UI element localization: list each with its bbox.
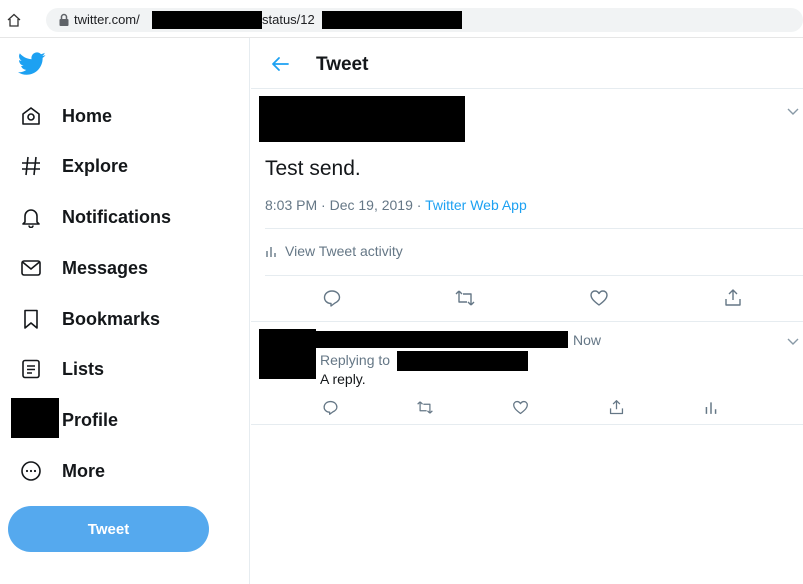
chevron-down-icon[interactable] (786, 106, 800, 116)
home-icon (18, 103, 44, 129)
page-header: Tweet (251, 38, 803, 89)
sidebar-item-messages[interactable]: Messages (0, 246, 240, 290)
list-icon (18, 356, 44, 382)
sidebar-item-home[interactable]: Home (0, 94, 240, 138)
retweet-icon[interactable] (413, 395, 437, 419)
reply-icon[interactable] (320, 286, 344, 310)
sidebar-item-explore[interactable]: Explore (0, 144, 240, 188)
share-icon[interactable] (721, 286, 745, 310)
chevron-down-icon[interactable] (786, 336, 800, 346)
analytics-icon (266, 247, 276, 257)
reply-timestamp[interactable]: Now (573, 332, 601, 348)
sidebar-item-label: Home (62, 105, 113, 126)
like-heart-icon[interactable] (508, 395, 532, 419)
tweet-text: Test send. (265, 157, 361, 180)
sidebar-item-notifications[interactable]: Notifications (0, 195, 240, 239)
sidebar: Home Explore Notifications Messages Book… (0, 38, 250, 584)
tweet-meta: 8:03 PM · Dec 19, 2019 · Twitter Web App (265, 197, 527, 213)
sidebar-item-bookmarks[interactable]: Bookmarks (0, 297, 240, 341)
sidebar-item-label: Lists (62, 358, 105, 379)
sidebar-item-label: More (62, 460, 106, 481)
redacted-block (152, 11, 262, 29)
replying-to-label: Replying to (320, 352, 391, 368)
bell-icon (18, 204, 44, 230)
activity-label: View Tweet activity (285, 243, 403, 259)
url-domain: twitter.com/ (74, 12, 140, 27)
browser-home-icon[interactable] (6, 12, 22, 28)
url-path: status/12 (262, 12, 315, 27)
divider (265, 228, 803, 229)
divider (251, 321, 803, 322)
tweet-button[interactable]: Tweet (8, 506, 209, 552)
avatar (11, 398, 59, 438)
redacted-block (322, 11, 462, 29)
replying-to-handle-redacted (397, 351, 528, 371)
lock-icon (59, 13, 69, 26)
reply-avatar-redacted (259, 329, 316, 379)
bookmark-icon (18, 306, 44, 332)
tweet-timestamp[interactable]: 8:03 PM · Dec 19, 2019 (265, 197, 413, 213)
reply-text: A reply. (320, 371, 366, 387)
twitter-bird-icon[interactable] (18, 52, 46, 76)
sidebar-item-label: Explore (62, 155, 129, 176)
sidebar-item-label: Notifications (62, 206, 172, 227)
reply-icon[interactable] (318, 395, 342, 419)
meta-separator: · (412, 197, 426, 213)
divider (251, 424, 803, 425)
page-title: Tweet (316, 54, 369, 75)
analytics-icon[interactable] (699, 395, 723, 419)
more-circle-icon (18, 458, 44, 484)
browser-address-bar: twitter.com/ status/12 (0, 0, 803, 38)
url-field[interactable]: twitter.com/ status/12 (46, 8, 803, 32)
reply-author-redacted (316, 331, 568, 348)
share-icon[interactable] (604, 395, 628, 419)
sidebar-item-profile[interactable]: Profile (0, 398, 240, 442)
view-tweet-activity[interactable]: View Tweet activity (265, 243, 403, 259)
divider (265, 275, 803, 276)
sidebar-item-lists[interactable]: Lists (0, 347, 240, 391)
retweet-icon[interactable] (453, 286, 477, 310)
back-arrow-icon[interactable] (269, 53, 291, 75)
tweet-source-link[interactable]: Twitter Web App (425, 197, 527, 213)
author-redacted (259, 96, 465, 142)
sidebar-item-label: Messages (62, 257, 149, 278)
like-heart-icon[interactable] (587, 286, 611, 310)
hashtag-icon (18, 153, 44, 179)
sidebar-item-label: Bookmarks (62, 308, 161, 329)
sidebar-item-label: Profile (62, 409, 119, 430)
main-column: Tweet Test send. 8:03 PM · Dec 19, 2019 … (251, 38, 803, 584)
sidebar-item-more[interactable]: More (0, 449, 240, 493)
envelope-icon (18, 255, 44, 281)
